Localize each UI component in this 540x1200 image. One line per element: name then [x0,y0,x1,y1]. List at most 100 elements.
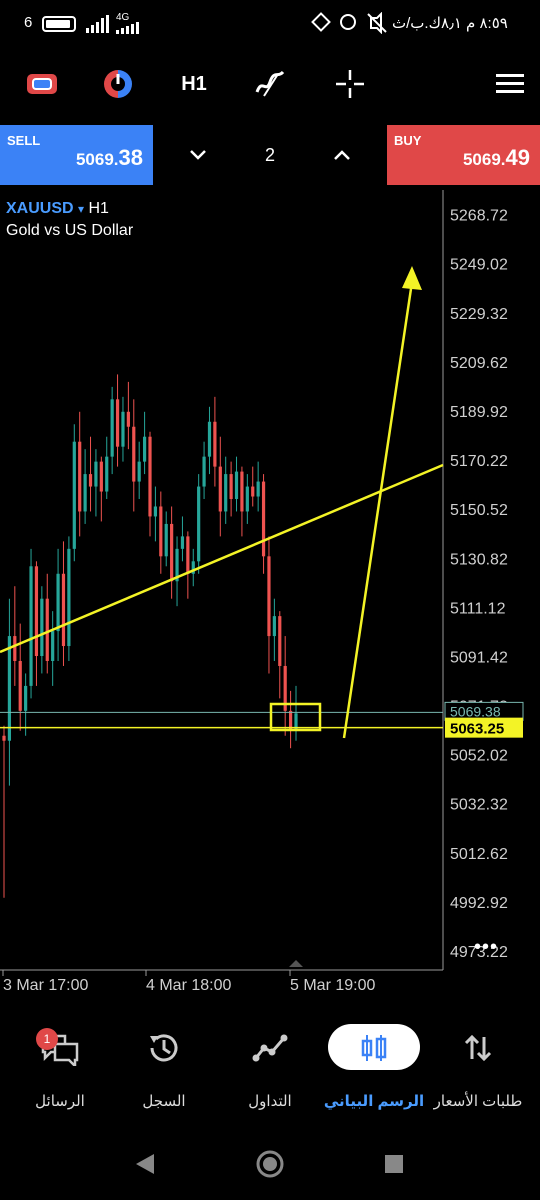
sell-button[interactable]: SELL 5069.38 [0,125,153,185]
candle-body [224,474,228,512]
candle-body [83,474,87,512]
price-tick-label: 5170.22 [450,453,508,470]
quotes-icon [453,1026,503,1070]
price-tick-label: 5229.32 [450,306,508,323]
status-bar: 6 4G ٨٫١ك.ب/ث ٨:٥٩ م [0,0,540,50]
timeframe-button[interactable]: H1 [172,62,216,106]
buy-price: 5069.49 [462,145,530,170]
drawing-tools-button[interactable] [248,62,292,106]
time-scale: 3 Mar 17:00 4 Mar 18:00 5 Mar 19:00 [2,970,375,994]
unread-badge: 1 [36,1028,58,1050]
candle-body [88,474,93,487]
candle-body [13,636,17,661]
candle-body [51,631,55,661]
nav-trade[interactable]: التداول [220,1022,320,1112]
candle-body [7,636,12,741]
candle-body [121,411,125,447]
svg-text:5063.25: 5063.25 [450,721,504,738]
candle-body [213,421,217,467]
back-icon[interactable] [134,1152,156,1176]
candle-body [18,660,22,711]
nav-quotes-label: طلبات الأسعار [433,1093,523,1110]
candle-body [272,616,276,637]
svg-text:5069.38: 5069.38 [450,703,501,719]
price-chart[interactable]: 5268.72 5249.02 5229.32 5209.62 5189.92 5170.… [0,190,540,1000]
candle-body [245,486,249,512]
price-tick-label: 5111.12 [450,600,506,617]
candle-body [267,556,271,637]
crosshair-icon [336,70,364,98]
candle-body [180,536,185,549]
candle-body [278,616,282,666]
horizontal-line-tag: 5063.25 [445,717,523,738]
chevron-down-icon: ▾ [78,202,85,216]
candle-body [207,421,212,457]
recents-icon[interactable] [384,1154,404,1174]
candle-body [137,461,141,482]
chart-canvas[interactable]: 5268.72 5249.02 5229.32 5209.62 5189.92 5170.… [0,190,540,1000]
price-tick-label: 5189.92 [450,404,508,421]
candle-body [240,471,244,512]
candle-body [56,573,60,632]
trade-icon [245,1026,295,1070]
whatsapp-icon [340,14,356,30]
candle-body [197,486,201,562]
more-options-icon[interactable]: ••• [474,936,498,959]
nav-messages[interactable]: 1 الرسائل [10,1022,110,1112]
candles-group [2,374,298,898]
indicators-button[interactable] [20,62,64,106]
menu-button[interactable] [488,62,532,106]
price-tick-label: 5091.42 [450,649,508,666]
price-tick-label: 5032.32 [450,797,508,814]
objects-button[interactable] [96,62,140,106]
price-tick-label: 5150.52 [450,502,508,519]
candle-body [110,399,114,457]
chevron-up-icon [334,150,350,160]
nav-history[interactable]: السجل [114,1022,214,1112]
chevron-down-icon [190,150,206,160]
nav-chart[interactable]: الرسم البياني [324,1022,424,1112]
price-scale: 5268.72 5249.02 5229.32 5209.62 5189.92 5170.… [450,208,508,961]
candle-body [99,461,103,492]
nav-messages-label: الرسائل [35,1093,85,1110]
candle-body [78,441,82,512]
signal-bars-2-icon [116,22,139,34]
candle-body [142,436,147,462]
sell-label: SELL [7,133,41,148]
candle-body [234,471,239,500]
candle-body [148,436,152,517]
nav-trade-label: التداول [248,1093,292,1110]
candle-body [186,536,190,574]
price-tick-label: 5249.02 [450,257,508,274]
history-icon [139,1026,189,1070]
candle-body [251,486,255,497]
bottom-navigation: 1 الرسائل السجل التداول الرسم البياني طل… [0,1012,540,1122]
arrow-drawing-line[interactable] [342,281,414,739]
lot-increase-button[interactable] [324,139,360,171]
lot-volume-input[interactable]: 2 [240,140,300,170]
price-tick-label: 5052.02 [450,748,508,765]
buy-button[interactable]: BUY 5069.49 [387,125,540,185]
price-tick-label: 5012.62 [450,846,508,863]
one-click-trading-panel: SELL 5069.38 2 BUY 5069.49 [0,125,540,185]
symbol-name[interactable]: XAUUSD [6,200,74,217]
nav-history-label: السجل [142,1093,186,1110]
home-icon[interactable] [256,1150,284,1178]
scroll-marker-icon [289,960,303,967]
lot-decrease-button[interactable] [180,139,216,171]
nav-quotes[interactable]: طلبات الأسعار [428,1022,528,1112]
candle-body [45,598,49,661]
candle-body [164,523,168,557]
candle-body [170,523,174,582]
symbol-header[interactable]: XAUUSD ▾ H1 [6,200,109,218]
objects-icon [104,70,132,98]
price-tick-label: 5130.82 [450,551,508,568]
candle-body [40,598,44,657]
candlestick-icon [349,1026,399,1070]
crosshair-button[interactable] [328,62,372,106]
sell-price: 5069.38 [75,145,143,170]
data-speed: ٨٫١ك.ب/ث [392,15,462,32]
signal-strength-text: 6 [24,14,33,31]
system-navigation-bar [0,1130,540,1200]
binance-icon [311,12,331,32]
